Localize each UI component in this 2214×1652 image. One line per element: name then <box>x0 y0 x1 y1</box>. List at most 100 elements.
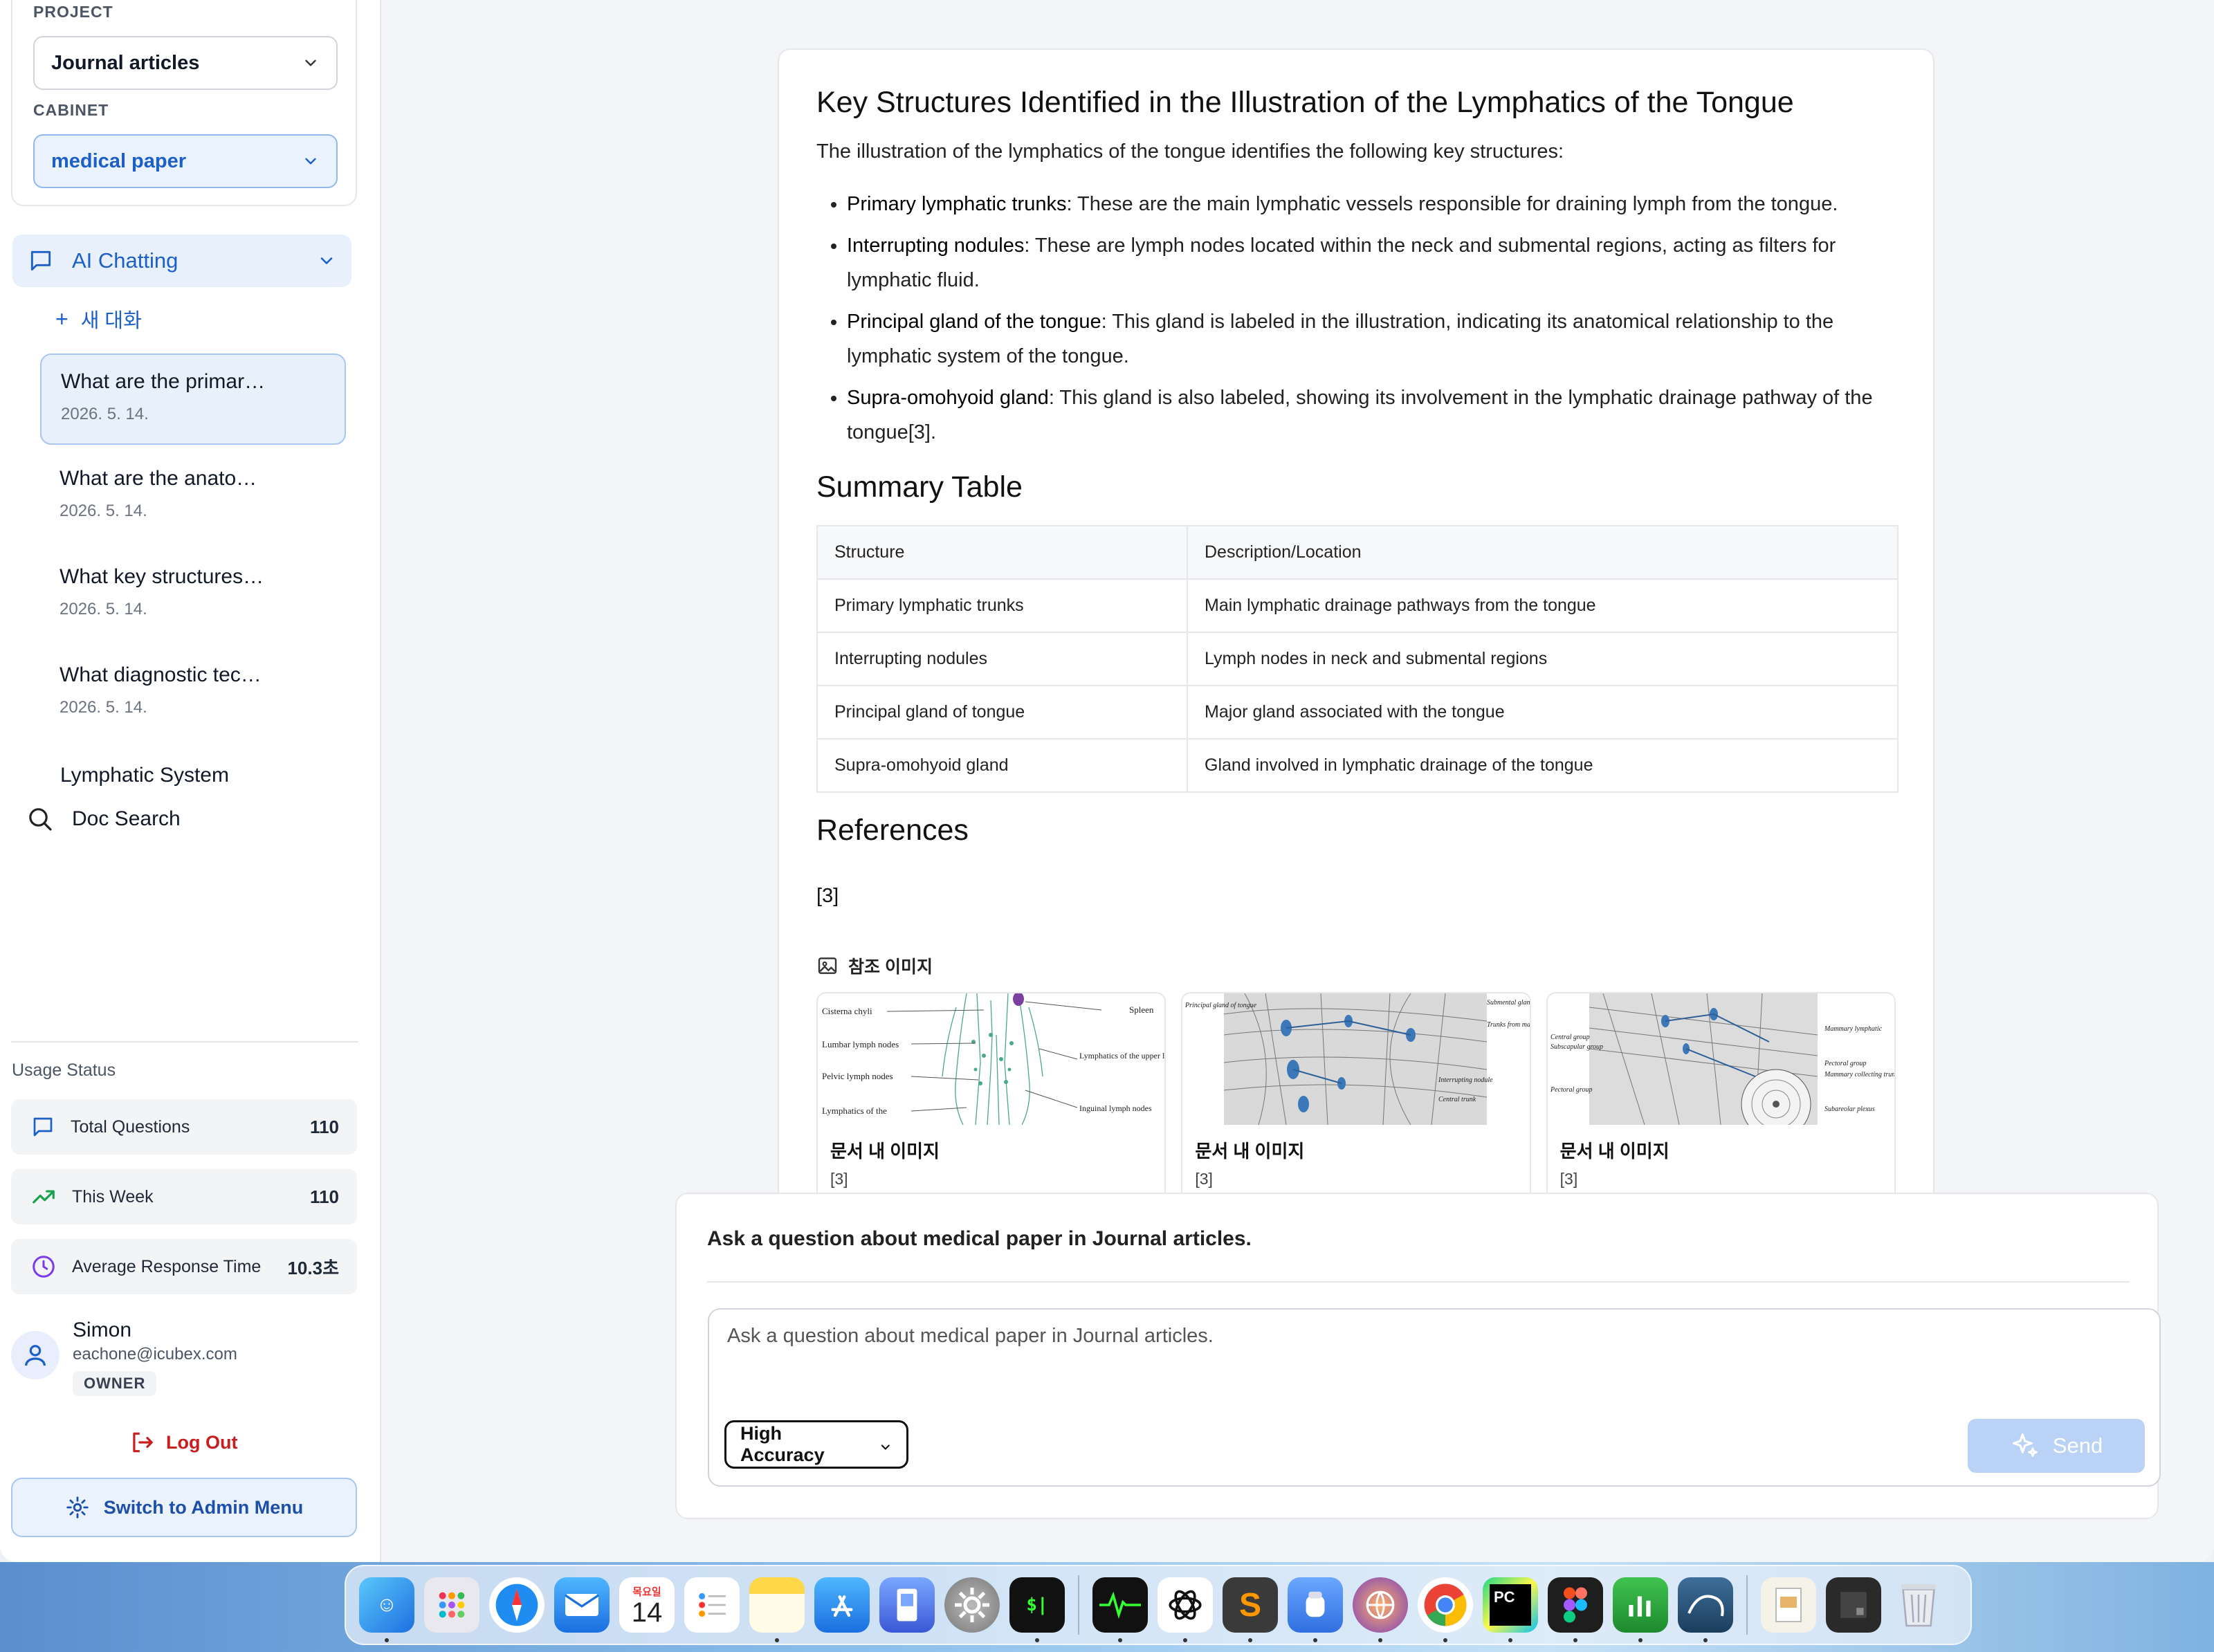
table-cell: Interrupting nodules <box>816 632 1188 686</box>
vpn-icon[interactable] <box>1353 1577 1408 1642</box>
illustration-label: Inguinal lymph nodes <box>1079 1103 1152 1113</box>
figma-icon[interactable] <box>1548 1577 1603 1642</box>
conversation-title: What diagnostic tec… <box>60 663 262 686</box>
calendar-icon[interactable]: 목요일 14 <box>619 1577 675 1633</box>
sublime-text-icon[interactable]: S <box>1223 1577 1278 1642</box>
user-email: eachone@icubex.com <box>73 1345 237 1364</box>
stat-label: Total Questions <box>71 1117 190 1137</box>
reference-images-title: 참조 이미지 <box>816 953 1896 978</box>
bullet-term: Primary lymphatic trunks <box>847 193 1067 215</box>
illustration-label: Submental gland <box>1487 999 1529 1007</box>
trash-icon[interactable] <box>1891 1577 1946 1633</box>
question-input[interactable] <box>727 1325 2139 1408</box>
reference-image-source: [3] <box>830 1170 848 1188</box>
table-cell: Supra-omohyoid gland <box>816 738 1188 793</box>
illustration-label: Interrupting nodule <box>1438 1076 1493 1084</box>
answer-heading: Key Structures Identified in the Illustr… <box>816 86 1794 119</box>
reference-image-source: [3] <box>1559 1170 1578 1188</box>
mail-icon[interactable] <box>554 1577 610 1633</box>
references-list[interactable]: [3] <box>816 885 1896 908</box>
safari-icon[interactable] <box>489 1577 545 1633</box>
send-button[interactable]: Send <box>1968 1419 2145 1473</box>
reference-image-card[interactable]: Cisterna chyli Spleen Lumbar lymph nodes… <box>816 992 1167 1206</box>
docker-icon[interactable] <box>1288 1577 1343 1642</box>
terminal-icon[interactable]: $| <box>1009 1577 1065 1642</box>
notes-icon[interactable] <box>749 1577 805 1642</box>
chat-main: Key Structures Identified in the Illustr… <box>383 0 2214 1562</box>
switch-to-admin-label: Switch to Admin Menu <box>103 1496 304 1518</box>
user-role-badge: OWNER <box>73 1371 157 1396</box>
sparkles-icon <box>2012 1433 2038 1458</box>
activity-monitor-icon[interactable] <box>1092 1577 1148 1642</box>
reminders-icon[interactable] <box>684 1577 740 1633</box>
reference-image-card[interactable]: Central group Subscapular group Mammary … <box>1546 992 1896 1206</box>
avatar <box>11 1331 60 1379</box>
mammary-lymphatics-illustration: Central group Subscapular group Mammary … <box>1547 993 1894 1125</box>
mysql-workbench-icon[interactable] <box>1678 1577 1733 1642</box>
reference-image: Central group Subscapular group Mammary … <box>1547 993 1894 1125</box>
document-icon[interactable] <box>1761 1577 1816 1633</box>
bullet-term: Principal gland of the tongue <box>847 311 1101 333</box>
illustration-label: Pectoral group <box>1550 1086 1592 1094</box>
illustration-label: Pectoral group <box>1824 1060 1866 1067</box>
answer-intro: The illustration of the lymphatics of th… <box>816 140 1564 163</box>
switch-to-admin-button[interactable]: Switch to Admin Menu <box>11 1478 357 1537</box>
sidebar-item-lymphatic-system[interactable]: Lymphatic System <box>60 764 229 787</box>
doc-search-menu[interactable]: Doc Search <box>26 805 181 833</box>
reference-images: Cisterna chyli Spleen Lumbar lymph nodes… <box>816 992 1896 1206</box>
bullet-term: Supra-omohyoid gland <box>847 387 1049 409</box>
user-icon <box>25 1345 46 1366</box>
preview-icon[interactable] <box>879 1577 935 1633</box>
conversation-date: 2026. 5. 14. <box>61 405 149 423</box>
window-icon[interactable] <box>1826 1577 1881 1633</box>
conversation-item[interactable]: What are the primar… 2026. 5. 14. <box>40 354 346 445</box>
usage-status-title: Usage Status <box>12 1061 116 1080</box>
illustration-label: Lymphatics of the upper limb <box>1079 1051 1164 1061</box>
pycharm-icon[interactable]: PC <box>1483 1577 1538 1642</box>
table-cell: Lymph nodes in neck and submental region… <box>1187 632 1899 686</box>
conversation-title: What are the primar… <box>61 370 266 393</box>
numbers-icon[interactable] <box>1613 1577 1668 1642</box>
stat-value: 110 <box>310 1186 339 1207</box>
chevron-down-icon <box>305 158 316 165</box>
cabinet-select[interactable]: medical paper <box>33 134 338 188</box>
reference-image-card[interactable]: Principal gland of tongue Submental glan… <box>1181 992 1531 1206</box>
chrome-icon[interactable] <box>1418 1577 1473 1642</box>
search-icon <box>29 808 52 831</box>
chatgpt-icon[interactable] <box>1158 1577 1213 1642</box>
logout-button[interactable]: Log Out <box>129 1429 237 1456</box>
doc-search-label: Doc Search <box>72 807 181 830</box>
table-cell: Gland involved in lymphatic drainage of … <box>1187 738 1899 793</box>
illustration-label: Central group <box>1550 1034 1590 1041</box>
stat-average-response-time: Average Response Time 10.3초 <box>11 1239 357 1294</box>
references-heading: References <box>816 814 969 847</box>
app-window: PROJECT Journal articles CABINET medical… <box>0 0 2214 1562</box>
chat-bubble-icon <box>33 1117 53 1137</box>
accuracy-mode-select[interactable]: High Accuracy <box>724 1420 908 1469</box>
new-chat-button[interactable]: + 새 대화 <box>55 304 142 333</box>
project-select[interactable]: Journal articles <box>33 36 338 90</box>
calendar-date: 14 <box>631 1597 663 1628</box>
plus-icon: + <box>55 306 68 331</box>
finder-icon[interactable]: ☺ <box>359 1577 414 1642</box>
conversation-date: 2026. 5. 14. <box>60 502 147 520</box>
reference-image-caption: 문서 내 이미지 <box>1195 1141 1305 1162</box>
conversation-item[interactable]: What are the anato… 2026. 5. 14. <box>40 452 346 543</box>
ai-chatting-menu[interactable]: AI Chatting <box>12 235 351 287</box>
bullet-text: : These are the main lymphatic vessels r… <box>1066 193 1838 215</box>
launchpad-icon[interactable] <box>424 1577 479 1633</box>
reference-image-caption: 문서 내 이미지 <box>1559 1141 1669 1162</box>
composer-title: Ask a question about medical paper in Jo… <box>707 1227 1252 1250</box>
illustration-label: Mammary collecting trunks <box>1824 1071 1894 1079</box>
summary-table: Structure Description/Location Primary l… <box>816 525 1899 793</box>
system-settings-icon[interactable] <box>944 1577 1000 1633</box>
stat-total-questions: Total Questions 110 <box>11 1099 357 1155</box>
app-store-icon[interactable] <box>814 1577 870 1633</box>
conversation-item[interactable]: What key structures… 2026. 5. 14. <box>40 550 346 641</box>
conversation-item[interactable]: What diagnostic tec… 2026. 5. 14. <box>40 648 346 740</box>
table-cell: Principal gland of tongue <box>816 685 1188 740</box>
new-chat-label: 새 대화 <box>80 310 142 332</box>
logout-label: Log Out <box>166 1431 238 1453</box>
table-header-cell: Structure <box>816 525 1188 580</box>
conversation-title: What are the anato… <box>60 467 257 490</box>
